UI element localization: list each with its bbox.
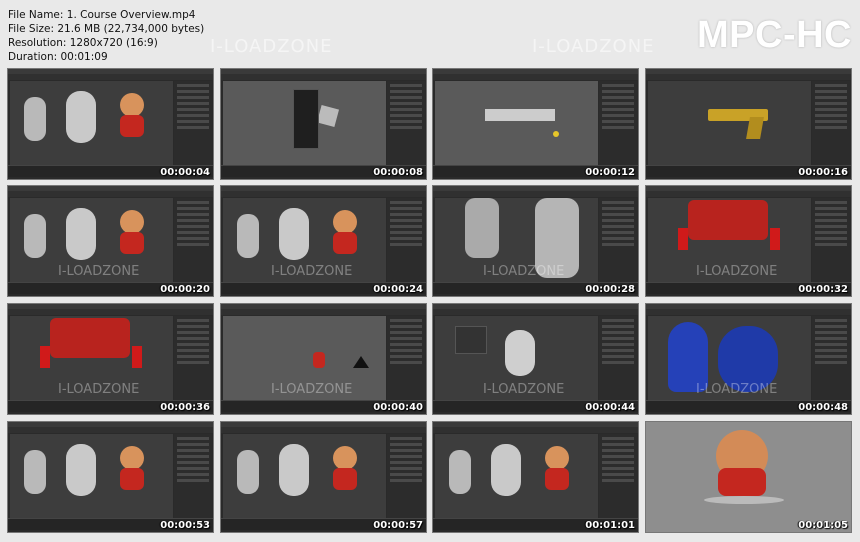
viewport bbox=[223, 434, 386, 518]
menu-bar bbox=[221, 309, 426, 315]
properties-panel bbox=[599, 316, 637, 400]
video-thumbnail[interactable]: 00:00:16 bbox=[645, 68, 852, 180]
thumbnail-watermark: I-LOADZONE bbox=[271, 264, 353, 279]
menu-bar bbox=[221, 74, 426, 80]
thumbnail-timestamp: 00:00:20 bbox=[160, 284, 210, 295]
brand-logo: MPC-HC bbox=[697, 14, 852, 56]
viewport bbox=[435, 434, 598, 518]
thumbnail-timestamp: 00:00:53 bbox=[160, 520, 210, 531]
thumbnail-timestamp: 00:00:57 bbox=[373, 520, 423, 531]
thumbnail-timestamp: 00:00:48 bbox=[798, 402, 848, 413]
properties-panel bbox=[812, 198, 850, 282]
properties-panel bbox=[812, 316, 850, 400]
menu-bar bbox=[8, 74, 213, 80]
viewport bbox=[648, 81, 811, 165]
menu-bar bbox=[646, 74, 851, 80]
video-thumbnail[interactable]: 00:00:28 I-LOADZONE bbox=[432, 185, 639, 297]
thumbnail-timestamp: 00:01:05 bbox=[798, 520, 848, 531]
video-thumbnail[interactable]: 00:01:01 bbox=[432, 421, 639, 533]
properties-panel bbox=[599, 81, 637, 165]
properties-panel bbox=[812, 81, 850, 165]
thumbnail-timestamp: 00:00:12 bbox=[585, 167, 635, 178]
properties-panel bbox=[387, 316, 425, 400]
viewport bbox=[10, 81, 173, 165]
viewport bbox=[223, 81, 386, 165]
menu-bar bbox=[433, 427, 638, 433]
properties-panel bbox=[387, 434, 425, 518]
video-thumbnail[interactable]: 00:00:57 bbox=[220, 421, 427, 533]
file-resolution: Resolution: 1280x720 (16:9) bbox=[8, 37, 158, 49]
thumbnail-timestamp: 00:00:32 bbox=[798, 284, 848, 295]
thumbnail-timestamp: 00:00:08 bbox=[373, 167, 423, 178]
thumbnail-watermark: I-LOADZONE bbox=[483, 264, 565, 279]
properties-panel bbox=[174, 81, 212, 165]
thumbnail-timestamp: 00:00:16 bbox=[798, 167, 848, 178]
thumbnail-watermark: I-LOADZONE bbox=[696, 264, 778, 279]
menu-bar bbox=[221, 191, 426, 197]
video-thumbnail[interactable]: 00:00:20 I-LOADZONE bbox=[7, 185, 214, 297]
thumbnail-timestamp: 00:00:36 bbox=[160, 402, 210, 413]
thumbnail-timestamp: 00:00:24 bbox=[373, 284, 423, 295]
menu-bar bbox=[8, 309, 213, 315]
file-duration: Duration: 00:01:09 bbox=[8, 51, 108, 63]
viewport bbox=[435, 81, 598, 165]
thumbnail-timestamp: 00:00:28 bbox=[585, 284, 635, 295]
watermark-top-2: I-LOADZONE bbox=[532, 36, 655, 57]
video-thumbnail[interactable]: 00:00:04 bbox=[7, 68, 214, 180]
video-thumbnail[interactable]: 00:00:32 I-LOADZONE bbox=[645, 185, 852, 297]
file-size: File Size: 21.6 MB (22,734,000 bytes) bbox=[8, 23, 205, 35]
video-thumbnail[interactable]: 00:00:36 I-LOADZONE bbox=[7, 303, 214, 415]
video-thumbnail[interactable]: 00:00:44 I-LOADZONE bbox=[432, 303, 639, 415]
thumbnail-watermark: I-LOADZONE bbox=[696, 382, 778, 397]
properties-panel bbox=[174, 316, 212, 400]
properties-panel bbox=[599, 198, 637, 282]
video-thumbnail[interactable]: 00:00:08 bbox=[220, 68, 427, 180]
menu-bar bbox=[8, 427, 213, 433]
thumbnail-watermark: I-LOADZONE bbox=[58, 382, 140, 397]
file-info: File Name: 1. Course Overview.mp4 File S… bbox=[8, 8, 204, 64]
video-thumbnail[interactable]: 00:00:24 I-LOADZONE bbox=[220, 185, 427, 297]
properties-panel bbox=[387, 81, 425, 165]
menu-bar bbox=[433, 309, 638, 315]
menu-bar bbox=[221, 427, 426, 433]
thumbnail-watermark: I-LOADZONE bbox=[483, 382, 565, 397]
video-thumbnail[interactable]: 00:00:40 I-LOADZONE bbox=[220, 303, 427, 415]
video-thumbnail[interactable]: 00:01:05 bbox=[645, 421, 852, 533]
render-view bbox=[646, 422, 851, 532]
thumbnail-timestamp: 00:01:01 bbox=[585, 520, 635, 531]
viewport bbox=[10, 434, 173, 518]
video-thumbnail[interactable]: 00:00:53 bbox=[7, 421, 214, 533]
video-thumbnail[interactable]: 00:00:12 bbox=[432, 68, 639, 180]
menu-bar bbox=[646, 191, 851, 197]
properties-panel bbox=[174, 198, 212, 282]
properties-panel bbox=[387, 198, 425, 282]
thumbnail-timestamp: 00:00:40 bbox=[373, 402, 423, 413]
thumbnail-timestamp: 00:00:44 bbox=[585, 402, 635, 413]
properties-panel bbox=[174, 434, 212, 518]
thumbnail-timestamp: 00:00:04 bbox=[160, 167, 210, 178]
file-name: File Name: 1. Course Overview.mp4 bbox=[8, 9, 196, 21]
video-thumbnail[interactable]: 00:00:48 I-LOADZONE bbox=[645, 303, 852, 415]
menu-bar bbox=[8, 191, 213, 197]
properties-panel bbox=[599, 434, 637, 518]
menu-bar bbox=[646, 309, 851, 315]
thumbnail-watermark: I-LOADZONE bbox=[271, 382, 353, 397]
watermark-top-1: I-LOADZONE bbox=[210, 36, 333, 57]
menu-bar bbox=[433, 191, 638, 197]
menu-bar bbox=[433, 74, 638, 80]
thumbnail-watermark: I-LOADZONE bbox=[58, 264, 140, 279]
